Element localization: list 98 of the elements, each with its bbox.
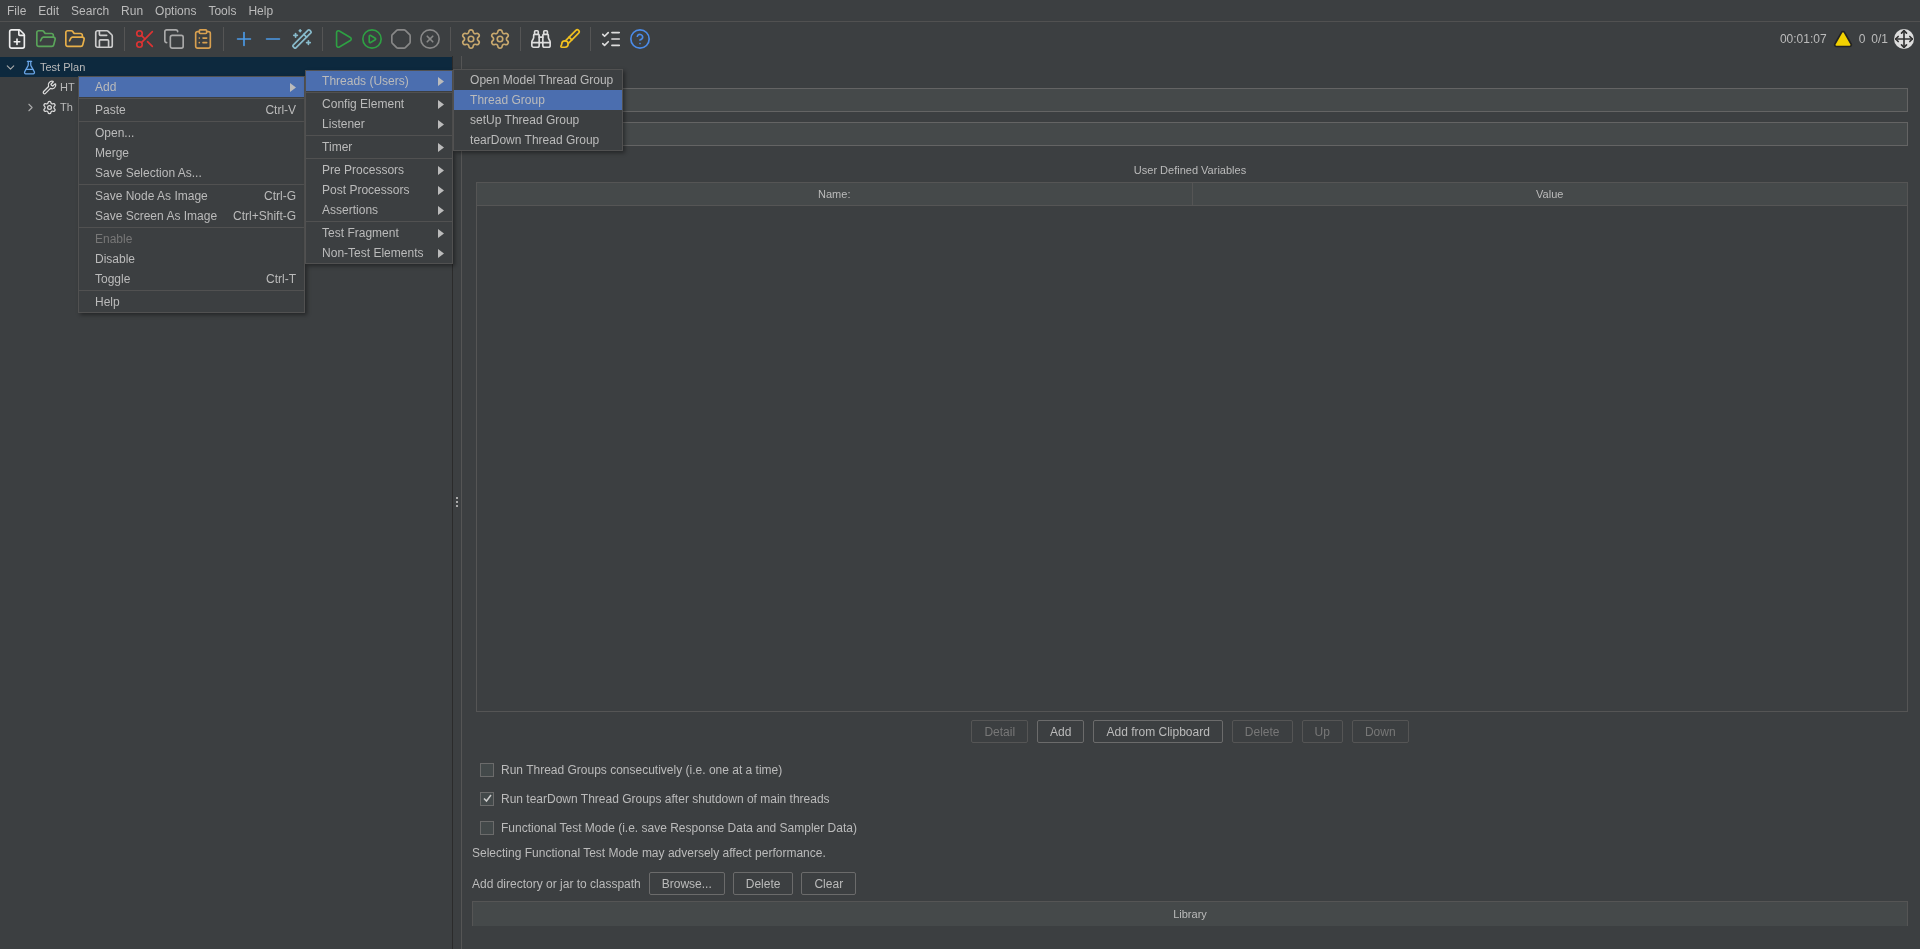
menu-title[interactable]: Options [150,3,202,18]
menu-item[interactable]: Non-Test Elements [306,243,453,263]
section-title: User Defined Variables [1132,164,1248,176]
menu-label: Toggle [95,272,132,286]
warning-icon[interactable] [1832,29,1853,49]
menu-label: Save Screen As Image [95,209,218,223]
save-icon[interactable] [93,28,115,50]
menu-title[interactable]: Help [243,3,279,18]
menu-item[interactable]: Open Model Thread Group [454,70,623,90]
menu-item[interactable]: Merge [79,143,305,163]
tree-label: HT [60,81,75,93]
thread-count: 0/1 [1871,32,1888,46]
help-icon[interactable] [629,28,651,50]
tree-label: Test Plan [40,61,86,73]
checkbox[interactable] [480,762,494,777]
menu-item[interactable]: Config Element [306,94,453,114]
menu-label: Open... [95,126,136,140]
menu-item[interactable]: Test Fragment [306,223,453,243]
menu-item[interactable]: Disable [79,249,305,269]
checkbox-label: Functional Test Mode (i.e. save Response Data and Sampler Data) [501,820,857,835]
column-header: Name: [477,183,1193,205]
menu-label: Help [95,295,121,309]
menu-item[interactable]: Timer [306,137,453,157]
submenu-arrow-icon [438,142,445,152]
menu-label: Listener [322,117,366,131]
checkbox-label: Run tearDown Thread Groups after shutdown of main threads [501,791,830,806]
stop-icon[interactable] [390,28,412,50]
menu-label: Thread Group [470,93,546,107]
tree-label: Th [60,101,73,113]
folder-icon[interactable] [35,28,57,50]
column-header: Value [1535,187,1565,202]
shortcut-label: Ctrl-G [264,189,297,203]
broom-icon[interactable] [559,28,581,50]
menu-title[interactable]: File [2,3,32,18]
menu-label: Save Selection As... [95,166,203,180]
submenu-arrow-icon [438,76,445,86]
splitter-handle[interactable] [456,496,458,509]
error-count: 0 [1858,32,1866,46]
menu-label: Pre Processors [322,163,406,177]
classpath-label: Add directory or jar to classpath [472,876,641,891]
menu-item[interactable]: Toggle Ctrl-T [79,269,305,289]
menu-item[interactable]: Open... [79,123,305,143]
elapsed-time: 00:01:07 [1779,32,1827,46]
menu-label: Non-Test Elements [322,246,425,260]
checkbox[interactable] [480,791,494,806]
table-action-button[interactable]: Add from Clipboard [1093,720,1223,743]
menu-item[interactable]: Post Processors [306,180,453,200]
menu-label: Disable [95,252,137,266]
menu-item[interactable]: setUp Thread Group [454,110,623,130]
menu-item[interactable]: tearDown Thread Group [454,130,623,150]
binoculars-icon[interactable] [530,28,552,50]
submenu-arrow-icon [290,82,297,92]
menu-label: Timer [322,140,354,154]
menu-item[interactable]: Assertions [306,200,453,220]
menu-item[interactable]: Listener [306,114,453,134]
menu-item[interactable]: Save Selection As... [79,163,305,183]
shortcut-label: Ctrl+Shift-G [233,209,297,223]
menu-label: Post Processors [322,183,411,197]
column-header: Library [1172,907,1208,922]
clipboard-icon[interactable] [192,28,214,50]
menu-label: Add [95,80,118,94]
tree-row[interactable]: Test Plan [0,57,452,77]
classpath-button[interactable]: Clear [801,872,857,895]
gear-icon [41,99,57,115]
open-icon[interactable] [64,28,86,50]
menu-title[interactable]: Run [116,3,149,18]
menu-label: Merge [95,146,130,160]
menu-item[interactable]: Paste Ctrl-V [79,100,305,120]
menu-label: Config Element [322,97,406,111]
new-file-icon[interactable] [6,28,28,50]
menu-label: Save Node As Image [95,189,209,203]
checkbox-label: Run Thread Groups consecutively (i.e. one at a time) [501,762,783,777]
table-action-button[interactable]: Add [1037,720,1085,743]
menu-item[interactable]: Save Node As Image Ctrl-G [79,186,305,206]
flask-icon [21,59,37,75]
menu-label: Assertions [322,203,380,217]
menu-label: Test Fragment [322,226,400,240]
menu-title[interactable]: Edit [33,3,65,18]
menu-item[interactable]: Pre Processors [306,160,453,180]
classpath-button[interactable]: Browse... [648,872,725,895]
menu-label: Enable [95,232,134,246]
menu-title[interactable]: Search [66,3,115,18]
note-text: Selecting Functional Test Mode may adversely affect performance. [472,846,827,862]
menu-item[interactable]: Help [79,292,305,312]
shortcut-label: Ctrl-V [265,103,297,117]
shortcut-label: Ctrl-T [266,272,297,286]
menu-label: setUp Thread Group [470,113,581,127]
menu-label: Threads (Users) [322,74,410,88]
copy-icon[interactable] [163,28,185,50]
classpath-button[interactable]: Delete [732,872,794,895]
menu-title[interactable]: Tools [203,3,242,18]
menu-label: Open Model Thread Group [470,73,615,87]
menu-item[interactable]: Save Screen As Image Ctrl+Shift-G [79,206,305,226]
wrench-icon [41,79,57,95]
checkbox[interactable] [480,820,494,835]
scissors-icon[interactable] [134,28,156,50]
menu-label: tearDown Thread Group [470,133,601,147]
menu-label: Paste [95,103,127,117]
